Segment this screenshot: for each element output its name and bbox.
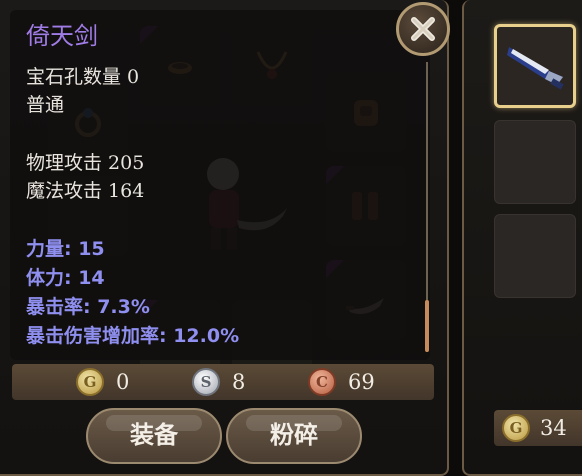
copper-coin-icon: C: [308, 368, 336, 396]
magic-attack-line: 魔法攻击 164: [26, 180, 145, 202]
silver-coin-icon: S: [192, 368, 220, 396]
weapon-icon: [507, 47, 564, 90]
side-gold-amount: 34: [540, 416, 567, 440]
close-icon: [411, 17, 435, 41]
gold-coin-icon: G: [76, 368, 104, 396]
equip-button[interactable]: 装备: [86, 408, 222, 464]
item-quality: 普通: [26, 94, 65, 116]
tooltip-scroll-thumb[interactable]: [425, 300, 429, 352]
bonus-strength: 力量: 15: [26, 238, 105, 260]
inventory-slot[interactable]: [494, 214, 576, 298]
silver-amount: 8: [232, 370, 246, 394]
bonus-crit-rate: 暴击率: 7.3%: [26, 296, 150, 318]
gold-coin-icon: G: [502, 414, 530, 442]
gem-slots-line: 宝石孔数量 0: [26, 66, 140, 88]
inventory-slot-selected[interactable]: [494, 24, 576, 108]
physical-attack-line: 物理攻击 205: [26, 152, 145, 174]
dismantle-button[interactable]: 粉碎: [226, 408, 362, 464]
close-button[interactable]: [396, 2, 450, 56]
gold-amount: 0: [116, 370, 130, 394]
item-tooltip: 倚天剑 宝石孔数量 0 普通 物理攻击 205 魔法攻击 164 力量: 15 …: [10, 10, 430, 360]
inventory-slot[interactable]: [494, 120, 576, 204]
currency-bar: G 0 S 8 C 69: [12, 364, 434, 400]
bonus-crit-damage: 暴击伤害增加率: 12.0%: [26, 325, 240, 347]
bonus-stamina: 体力: 14: [26, 267, 105, 289]
side-currency-bar: G 34: [494, 410, 582, 446]
item-name: 倚天剑: [26, 22, 98, 50]
copper-amount: 69: [348, 370, 375, 394]
